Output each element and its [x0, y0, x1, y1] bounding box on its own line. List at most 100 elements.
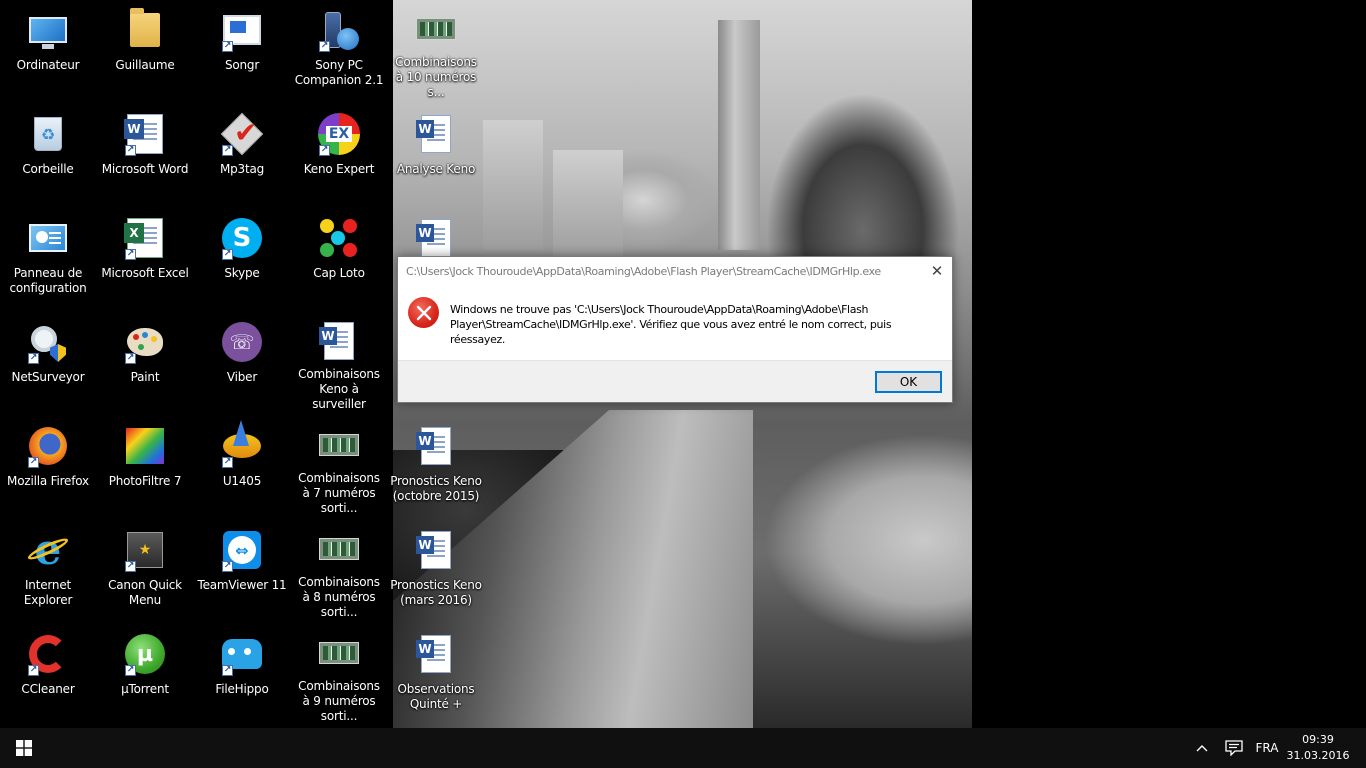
songr-icon: ↗ [220, 8, 264, 52]
desktop-icon-label: Observations Quinté + [397, 682, 475, 711]
shortcut-arrow-icon: ↗ [125, 353, 136, 364]
desktop-icon-utorrent[interactable]: µ ↗ µTorrent [98, 624, 192, 724]
photofiltre-icon [123, 424, 167, 468]
desktop-icon-observations-quinte[interactable]: W Observations Quinté + [389, 624, 483, 724]
shortcut-arrow-icon: ↗ [125, 561, 136, 572]
desktop-icon-combinaisons-7[interactable]: Combinaisons à 7 numéros sorti... [292, 416, 386, 516]
desktop-icon-panneau-de-configuration[interactable]: Panneau de configuration [1, 208, 95, 308]
desktop-icon-pronostics-keno-octobre-2015[interactable]: W Pronostics Keno (octobre 2015) [389, 416, 483, 516]
spreadsheet-thumbnail-icon [317, 632, 361, 673]
desktop-icon-label: U1405 [222, 474, 262, 488]
desktop-icon-filehippo[interactable]: ↗ FileHippo [195, 624, 289, 724]
start-button[interactable] [0, 728, 48, 768]
computer-icon [26, 8, 70, 52]
taskbar: FRA 09:39 31.03.2016 [0, 728, 1366, 768]
desktop-icon-label: Paint [130, 370, 160, 384]
desktop-icon-label: Pronostics Keno (mars 2016) [390, 578, 482, 607]
dialog-message: Windows ne trouve pas 'C:\Users\Jock Tho… [450, 303, 892, 346]
shortcut-arrow-icon: ↗ [28, 665, 39, 676]
shortcut-arrow-icon: ↗ [222, 41, 233, 52]
action-center-icon [1225, 740, 1243, 756]
desktop-icon-netsurveyor[interactable]: ↗ NetSurveyor [1, 312, 95, 412]
desktop-icon-label: Microsoft Excel [101, 266, 189, 280]
desktop-icon-label: Keno Expert [303, 162, 375, 176]
control-panel-icon [26, 216, 70, 260]
desktop-icon-teamviewer-11[interactable]: ⇔ ↗ TeamViewer 11 [195, 520, 289, 620]
windows-start-icon [16, 740, 32, 756]
desktop-icon-label: Combinaisons à 10 numéros s... [395, 55, 477, 99]
desktop-icon-label: Panneau de configuration [9, 266, 87, 295]
language-indicator[interactable]: FRA [1252, 728, 1282, 768]
paint-icon: ↗ [123, 320, 167, 364]
desktop-icon-microsoft-word[interactable]: W ↗ Microsoft Word [98, 104, 192, 204]
word-document-icon: W [414, 216, 458, 260]
desktop-icon-cap-loto[interactable]: Cap Loto [292, 208, 386, 308]
desktop-icon-combinaisons-9[interactable]: Combinaisons à 9 numéros sorti... [292, 624, 386, 724]
desktop-icon-label: Mp3tag [219, 162, 265, 176]
desktop-icon-label: Guillaume [115, 58, 175, 72]
error-dialog: C:\Users\Jock Thouroude\AppData\Roaming\… [397, 256, 953, 403]
desktop-icon-mp3tag[interactable]: ✔ ↗ Mp3tag [195, 104, 289, 204]
desktop-icon-canon-quick-menu[interactable]: ★ ↗ Canon Quick Menu [98, 520, 192, 620]
action-center-button[interactable] [1222, 728, 1246, 768]
desktop-icon-skype[interactable]: S ↗ Skype [195, 208, 289, 308]
desktop-icon-label: PhotoFiltre 7 [108, 474, 182, 488]
dialog-titlebar[interactable]: C:\Users\Jock Thouroude\AppData\Roaming\… [398, 257, 952, 286]
internet-explorer-icon: e [25, 528, 71, 572]
mp3tag-icon: ✔ ↗ [220, 112, 264, 156]
clock-date: 31.03.2016 [1286, 749, 1350, 762]
desktop-icon-viber[interactable]: ☏ Viber [195, 312, 289, 412]
desktop-icon-analyse-keno[interactable]: W Analyse Keno [389, 104, 483, 204]
desktop-icon-sony-pc-companion[interactable]: ↗ Sony PC Companion 2.1 [292, 0, 386, 100]
desktop-icon-pronostics-keno-mars-2016[interactable]: W Pronostics Keno (mars 2016) [389, 520, 483, 620]
desktop-icon-label: Combinaisons à 7 numéros sorti... [298, 471, 380, 515]
desktop-icon-label: TeamViewer 11 [197, 578, 287, 592]
show-hidden-icons-button[interactable] [1190, 728, 1214, 768]
desktop-icon-combinaisons-8[interactable]: Combinaisons à 8 numéros sorti... [292, 520, 386, 620]
desktop-icon-songr[interactable]: ↗ Songr [195, 0, 289, 100]
close-button[interactable]: ✕ [922, 257, 952, 285]
word-icon: W ↗ [123, 112, 167, 156]
viber-icon: ☏ [220, 320, 264, 364]
desktop-icon-combinaisons-keno-a-surveiller[interactable]: W Combinaisons Keno à surveiller [292, 312, 386, 412]
desktop-icon-guillaume[interactable]: Guillaume [98, 0, 192, 100]
desktop-icon-microsoft-excel[interactable]: X ↗ Microsoft Excel [98, 208, 192, 308]
desktop-icon-u1405[interactable]: ↗ U1405 [195, 416, 289, 516]
shortcut-arrow-icon: ↗ [28, 353, 39, 364]
shortcut-arrow-icon: ↗ [222, 145, 233, 156]
dialog-body: Windows ne trouve pas 'C:\Users\Jock Tho… [398, 286, 952, 362]
desktop-icon-paint[interactable]: ↗ Paint [98, 312, 192, 412]
desktop-icon-label: µTorrent [121, 682, 169, 696]
canon-icon: ★ ↗ [123, 528, 167, 572]
desktop-icon-label: NetSurveyor [11, 370, 85, 384]
cap-loto-icon [317, 216, 361, 260]
spreadsheet-thumbnail-icon [414, 8, 458, 49]
shortcut-arrow-icon: ↗ [222, 249, 233, 260]
desktop-icon-label: Ordinateur [16, 58, 80, 72]
desktop-icon-label: Sony PC Companion 2.1 [294, 58, 384, 87]
desktop-icon-label: Songr [224, 58, 260, 72]
desktop-icon-combinaisons-10[interactable]: Combinaisons à 10 numéros s... [389, 0, 483, 100]
desktop-icon-photofiltre-7[interactable]: PhotoFiltre 7 [98, 416, 192, 516]
desktop-icon-label: Combinaisons à 9 numéros sorti... [298, 679, 380, 723]
desktop-icon-internet-explorer[interactable]: e Internet Explorer [1, 520, 95, 620]
wallpaper-building [483, 120, 543, 250]
desktop-icon-label: Skype [224, 266, 260, 280]
shortcut-arrow-icon: ↗ [319, 145, 330, 156]
shortcut-arrow-icon: ↗ [125, 249, 136, 260]
ok-button[interactable]: OK [875, 371, 942, 393]
desktop-icon-corbeille[interactable]: ♻ Corbeille [1, 104, 95, 204]
taskbar-clock[interactable]: 09:39 31.03.2016 [1286, 732, 1350, 764]
shortcut-arrow-icon: ↗ [125, 145, 136, 156]
desktop-icon-ordinateur[interactable]: Ordinateur [1, 0, 95, 100]
desktop-icon-ccleaner[interactable]: ↗ CCleaner [1, 624, 95, 724]
desktop-icon-label: Internet Explorer [23, 578, 73, 607]
desktop-icon-label: Canon Quick Menu [108, 578, 182, 607]
desktop-icon-label: Corbeille [22, 162, 74, 176]
close-icon: ✕ [930, 262, 944, 280]
shortcut-arrow-icon: ↗ [319, 41, 330, 52]
desktop-icon-keno-expert[interactable]: EX ↗ Keno Expert [292, 104, 386, 204]
shortcut-arrow-icon: ↗ [125, 665, 136, 676]
desktop-icon-mozilla-firefox[interactable]: ↗ Mozilla Firefox [1, 416, 95, 516]
filehippo-icon: ↗ [220, 632, 264, 676]
